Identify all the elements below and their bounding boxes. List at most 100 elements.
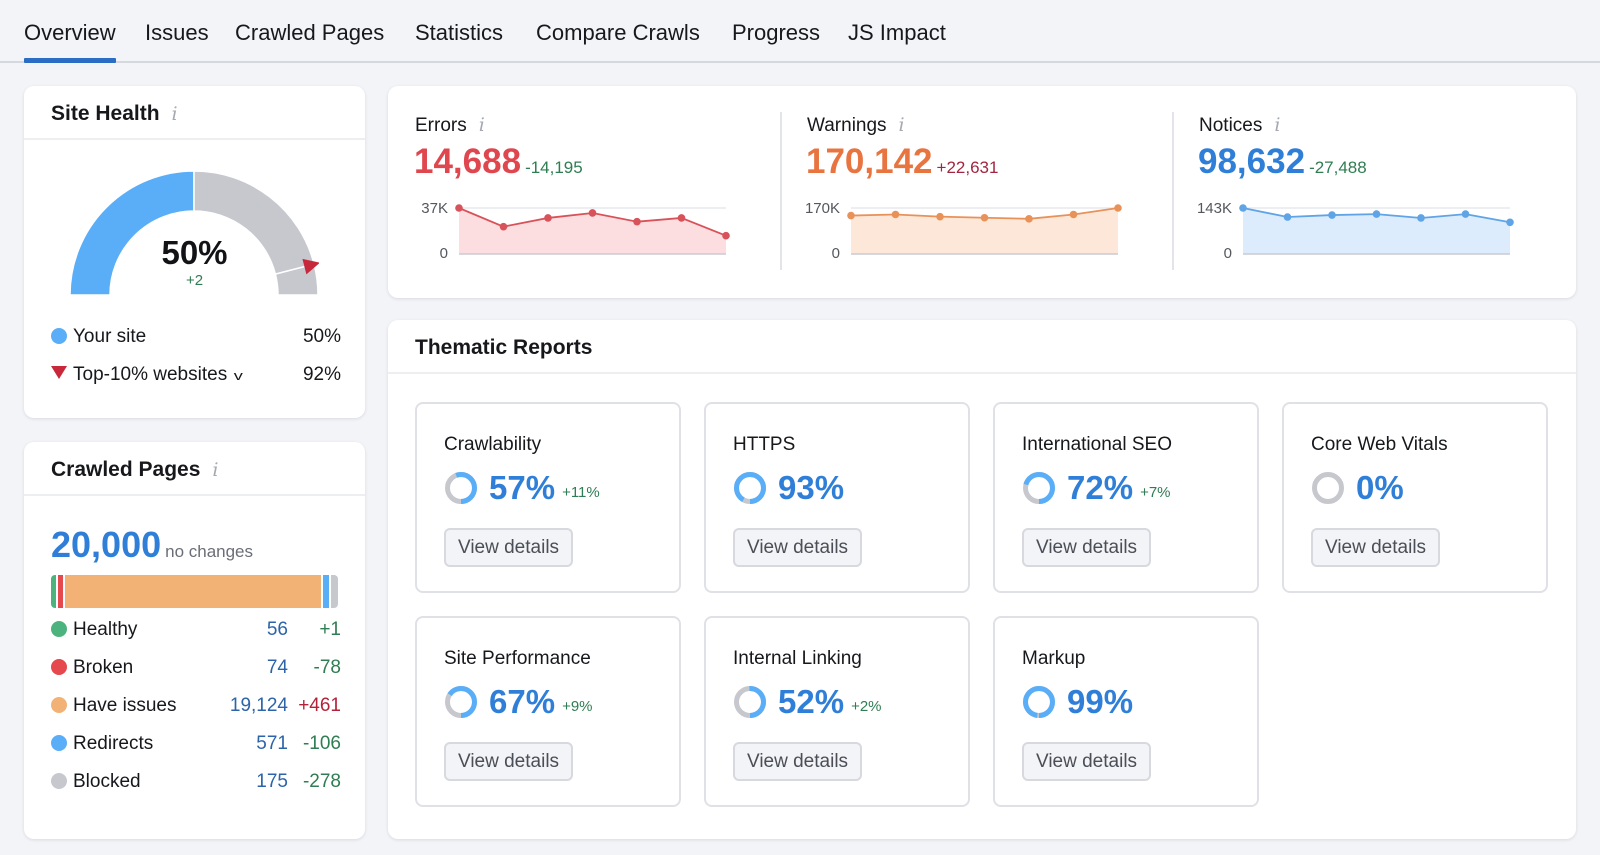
your-site-dot-icon [51, 328, 67, 344]
sparkline-point-6[interactable] [1114, 204, 1122, 212]
y-tick-min: 0 [1224, 245, 1232, 262]
divider [1172, 112, 1174, 270]
crawled-pages-row-redirects[interactable]: Redirects 571 -106 [51, 733, 341, 755]
report-card-internal-linking: Internal Linking 52% +2% View details [704, 616, 970, 807]
row-count[interactable]: 175 [256, 771, 288, 793]
row-change: -278 [302, 771, 341, 792]
tab-statistics[interactable]: Statistics [415, 20, 503, 46]
view-details-button[interactable]: View details [733, 528, 863, 567]
sparkline-point-6[interactable] [1506, 218, 1514, 227]
info-icon[interactable]: i [212, 459, 218, 481]
y-tick-max: 143K [1197, 200, 1232, 217]
legend-value: 92% [302, 364, 341, 385]
errors-value[interactable]: 14,688 -14,195 [414, 142, 583, 182]
row-count[interactable]: 19,124 [230, 695, 288, 717]
triangle-marker-icon [51, 366, 67, 379]
warnings-value[interactable]: 170,142 +22,631 [806, 142, 998, 182]
crawled-pages-stacked-bar [51, 575, 338, 608]
report-percent: 52% [778, 683, 845, 720]
row-label: Broken [73, 657, 134, 678]
sparkline-point-5[interactable] [677, 214, 686, 222]
tab-progress[interactable]: Progress [732, 20, 820, 46]
sparkline-point-5[interactable] [1461, 210, 1470, 218]
bar-segment-have-issues[interactable] [65, 575, 323, 608]
row-change: +1 [319, 619, 341, 640]
sparkline-point-0[interactable] [1239, 204, 1247, 212]
legend-your-site: Your site 50% [51, 326, 341, 348]
view-details-button[interactable]: View details [444, 528, 574, 567]
row-count[interactable]: 571 [256, 733, 288, 755]
bar-segment-broken[interactable] [58, 575, 65, 608]
info-icon[interactable]: i [479, 114, 485, 136]
row-count[interactable]: 74 [267, 657, 288, 679]
sparkline-point-0[interactable] [847, 211, 855, 220]
report-tabs: Overview Issues Crawled Pages Statistics… [0, 0, 1600, 63]
ring-fill [1023, 686, 1055, 718]
score-ring-icon [445, 686, 477, 718]
info-icon[interactable]: i [172, 103, 178, 125]
sparkline-point-2[interactable] [544, 214, 552, 222]
score-ring-icon [1312, 472, 1344, 504]
score-ring-icon [734, 472, 766, 504]
notices-value[interactable]: 98,632 -27,488 [1198, 142, 1367, 182]
tab-issues[interactable]: Issues [145, 20, 209, 46]
bar-segment-blocked[interactable] [331, 575, 338, 608]
status-dot-icon [51, 697, 67, 713]
sparkline-point-1[interactable] [1283, 213, 1292, 221]
bar-segment-redirects[interactable] [322, 575, 331, 608]
row-change: +461 [298, 695, 341, 716]
sparkline-point-4[interactable] [1025, 215, 1033, 223]
tab-js-impact[interactable]: JS Impact [848, 20, 946, 46]
crawled-pages-row-healthy[interactable]: Healthy 56 +1 [51, 619, 341, 641]
crawled-pages-header: Crawled Pages i [24, 442, 365, 496]
chevron-down-icon[interactable]: v [234, 368, 243, 383]
crawled-pages-row-broken[interactable]: Broken 74 -78 [51, 657, 341, 679]
notices-delta: -27,488 [1309, 158, 1367, 177]
crawled-pages-row-blocked[interactable]: Blocked 175 -278 [51, 771, 341, 793]
view-details-button[interactable]: View details [1022, 742, 1152, 781]
errors-label: Errors i [415, 114, 485, 137]
row-change: -78 [313, 657, 341, 678]
view-details-button[interactable]: View details [1022, 528, 1152, 567]
row-label: Blocked [73, 771, 141, 792]
status-dot-icon [51, 735, 67, 751]
tab-overview[interactable]: Overview [24, 20, 116, 63]
y-tick-min: 0 [832, 245, 840, 262]
report-name: Core Web Vitals [1311, 434, 1448, 455]
thematic-reports-card: Thematic Reports Crawlability 57% +11% V… [388, 320, 1576, 839]
notices-metric: Notices i 98,632 -27,488 143K 0 [1172, 86, 1562, 298]
info-icon[interactable]: i [899, 114, 905, 136]
crawled-pages-row-have-issues[interactable]: Have issues 19,124 +461 [51, 695, 341, 717]
bar-segment-healthy[interactable] [51, 575, 58, 608]
tab-compare-crawls[interactable]: Compare Crawls [536, 20, 700, 46]
sparkline-point-0[interactable] [455, 204, 463, 212]
sparkline-point-3[interactable] [980, 213, 989, 222]
view-details-button[interactable]: View details [444, 742, 574, 781]
warnings-sparkline: 170K 0 [805, 200, 1122, 262]
sparkline-point-4[interactable] [633, 217, 641, 226]
row-count[interactable]: 56 [267, 619, 288, 641]
tab-crawled-pages[interactable]: Crawled Pages [235, 20, 384, 46]
info-icon[interactable]: i [1274, 114, 1280, 136]
sparkline-point-1[interactable] [891, 210, 900, 219]
crawled-pages-total[interactable]: 20,000 no changes [51, 524, 253, 566]
report-delta: +11% [562, 483, 600, 501]
sparkline-point-4[interactable] [1417, 214, 1425, 222]
row-change: -106 [302, 733, 341, 754]
report-name: Site Performance [444, 648, 591, 669]
view-details-button[interactable]: View details [733, 742, 863, 781]
status-dot-icon [51, 621, 67, 637]
report-percent: 93% [778, 469, 845, 506]
sparkline-point-3[interactable] [588, 209, 597, 217]
thematic-title: Thematic Reports [415, 336, 593, 359]
sparkline-point-1[interactable] [499, 222, 508, 231]
sparkline-point-3[interactable] [1372, 210, 1381, 218]
report-percent: 72% [1067, 469, 1134, 506]
report-score: 93% [733, 468, 851, 508]
sparkline-point-6[interactable] [722, 231, 730, 240]
sparkline-point-2[interactable] [1328, 211, 1336, 219]
view-details-button[interactable]: View details [1311, 528, 1441, 567]
sparkline-point-2[interactable] [936, 212, 944, 221]
report-score: 72% +7% [1022, 468, 1171, 508]
sparkline-point-5[interactable] [1069, 210, 1078, 219]
